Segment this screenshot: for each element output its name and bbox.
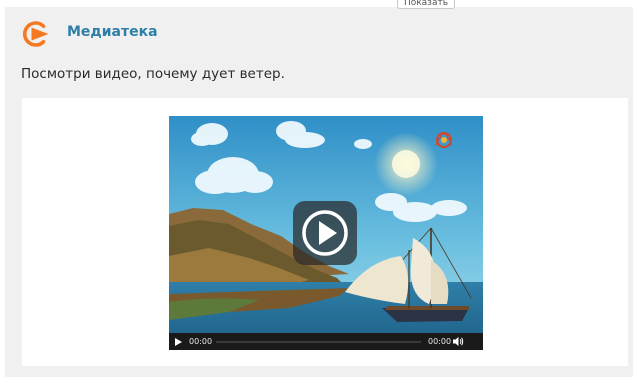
current-time: 00:00 bbox=[189, 337, 213, 346]
media-play-icon bbox=[21, 20, 51, 48]
media-title: Медиатека bbox=[67, 24, 158, 40]
show-tab[interactable]: Показать bbox=[397, 0, 455, 9]
play-button-icon bbox=[302, 210, 348, 256]
video-prompt: Посмотри видео, почему дует ветер. bbox=[21, 66, 285, 82]
seek-bar[interactable] bbox=[216, 341, 421, 343]
play-button[interactable] bbox=[293, 201, 357, 265]
volume-icon[interactable] bbox=[452, 336, 464, 347]
video-player[interactable]: 00:00 00:00 bbox=[169, 116, 483, 350]
control-play-icon[interactable] bbox=[174, 337, 183, 347]
duration-time: 00:00 bbox=[428, 337, 452, 346]
video-controls: 00:00 00:00 bbox=[169, 333, 483, 350]
